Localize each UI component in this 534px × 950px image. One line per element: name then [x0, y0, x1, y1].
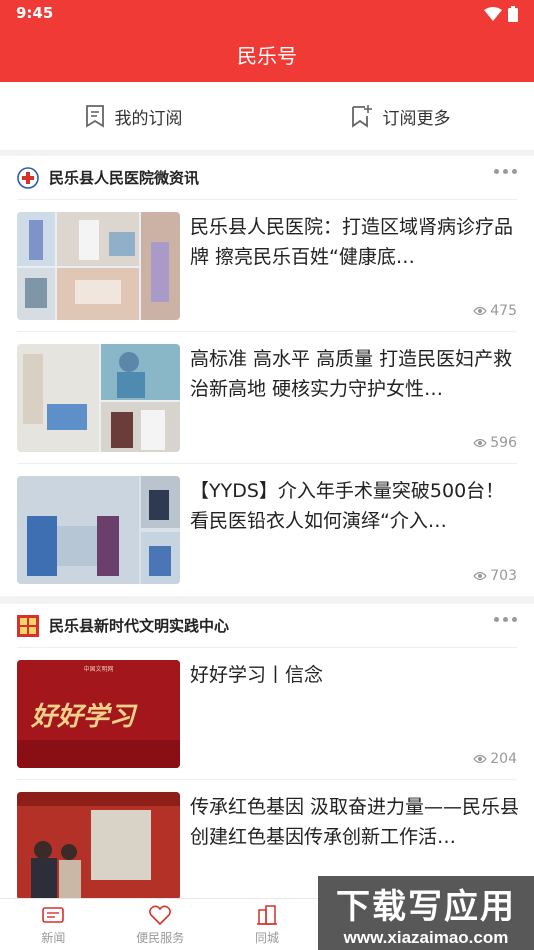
article-title: 民乐县人民医院：打造区域肾病诊疗品牌 擦亮民乐百姓“健康底… — [190, 216, 514, 268]
list-item[interactable]: 【YYDS】介入年手术量突破500台！看民医铅衣人如何演绎“介入… 703 — [17, 464, 517, 596]
article-thumbnail — [17, 476, 180, 584]
subscribe-more-label: 订阅更多 — [382, 108, 451, 129]
section-header[interactable]: 民乐县人民医院微资讯 — [17, 156, 517, 200]
city-icon — [256, 904, 277, 925]
tab-services-label: 便民服务 — [136, 930, 185, 945]
eye-icon — [473, 571, 488, 581]
more-options-icon[interactable] — [494, 169, 517, 174]
bookmark-add-icon — [351, 105, 372, 128]
article-title: 传承红色基因 汲取奋进力量——民乐县创建红色基因传承创新工作活… — [190, 796, 520, 848]
wifi-icon — [484, 7, 502, 21]
subscribe-more-button[interactable]: 订阅更多 — [267, 82, 534, 150]
article-thumbnail — [17, 792, 180, 898]
eye-icon — [473, 438, 488, 448]
eye-icon — [473, 306, 488, 316]
page-title: 民乐号 — [237, 44, 297, 68]
my-subscriptions-button[interactable]: 我的订阅 — [0, 82, 267, 150]
news-icon — [42, 906, 65, 923]
view-count-value: 703 — [490, 568, 517, 584]
view-count-value: 475 — [490, 303, 517, 319]
feed-section: 民乐县新时代文明实践中心 中国文明网 好好学习 好好学习丨信念 204 传承红色… — [0, 604, 534, 898]
article-thumbnail — [17, 212, 180, 320]
more-options-icon[interactable] — [494, 617, 517, 622]
view-count: 475 — [473, 303, 517, 319]
eye-icon — [473, 754, 488, 764]
tab-local-label: 同城 — [254, 930, 279, 945]
list-item[interactable]: 中国文明网 好好学习 好好学习丨信念 204 — [17, 648, 517, 780]
watermark-title: 下载写应用 — [336, 886, 516, 927]
tab-news-label: 新闻 — [41, 930, 66, 945]
watermark: 下载写应用 www.xiazaimao.com — [318, 876, 534, 950]
tab-news[interactable]: 新闻 — [0, 899, 107, 950]
status-time: 9:45 — [16, 4, 54, 22]
watermark-url: www.xiazaimao.com — [343, 927, 509, 947]
status-bar: 9:45 — [0, 0, 534, 28]
handshake-heart-icon — [149, 905, 172, 925]
thumbnail-text: 好好学习 — [31, 702, 136, 732]
my-subscriptions-label: 我的订阅 — [114, 108, 183, 129]
article-title: 好好学习丨信念 — [190, 664, 324, 686]
bookmark-list-icon — [85, 105, 104, 128]
view-count: 703 — [473, 568, 517, 584]
section-title: 民乐县新时代文明实践中心 — [49, 617, 230, 635]
article-thumbnail — [17, 344, 180, 452]
news-feed[interactable]: 民乐县人民医院微资讯 民乐县人民医院：打造区域肾病诊疗品牌 擦亮民乐百姓“健康底… — [0, 156, 534, 898]
list-item[interactable]: 高标准 高水平 高质量 打造民医妇产救治新高地 硬核实力守护女性… 596 — [17, 332, 517, 464]
hospital-logo-icon — [17, 166, 39, 189]
tab-local[interactable]: 同城 — [214, 899, 321, 950]
article-thumbnail: 中国文明网 好好学习 — [17, 660, 180, 768]
list-item[interactable]: 民乐县人民医院：打造区域肾病诊疗品牌 擦亮民乐百姓“健康底… 475 — [17, 200, 517, 332]
article-title: 【YYDS】介入年手术量突破500台！看民医铅衣人如何演绎“介入… — [190, 480, 505, 532]
view-count: 596 — [473, 435, 517, 451]
subscription-bar: 我的订阅 订阅更多 — [0, 82, 534, 150]
article-title: 高标准 高水平 高质量 打造民医妇产救治新高地 硬核实力守护女性… — [190, 348, 513, 400]
battery-icon — [508, 6, 518, 22]
thumbnail-caption: 中国文明网 — [83, 666, 114, 673]
tab-services[interactable]: 便民服务 — [107, 899, 214, 950]
view-count-value: 596 — [490, 435, 517, 451]
view-count-value: 204 — [490, 751, 517, 767]
status-icons — [484, 6, 518, 22]
civilization-center-logo-icon — [17, 614, 39, 637]
top-app-bar: 9:45 民乐号 — [0, 0, 534, 82]
feed-section: 民乐县人民医院微资讯 民乐县人民医院：打造区域肾病诊疗品牌 擦亮民乐百姓“健康底… — [0, 156, 534, 596]
section-header[interactable]: 民乐县新时代文明实践中心 — [17, 604, 517, 648]
view-count: 204 — [473, 751, 517, 767]
section-title: 民乐县人民医院微资讯 — [49, 169, 200, 187]
